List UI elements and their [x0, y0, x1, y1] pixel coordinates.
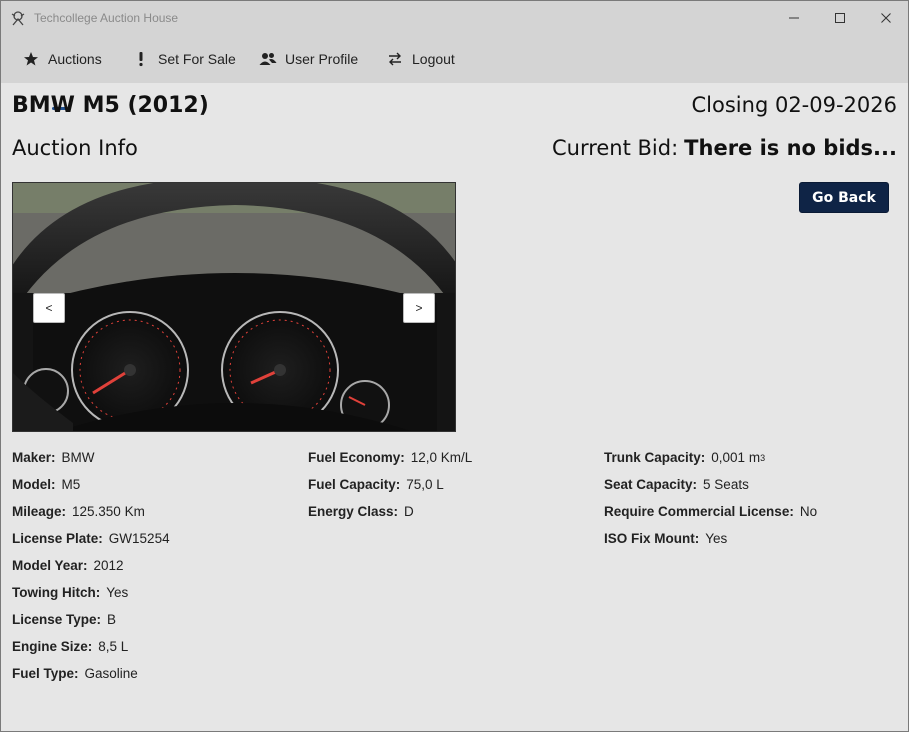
- close-button[interactable]: [863, 1, 909, 35]
- detail-row: Require Commercial License: No: [604, 498, 817, 525]
- detail-value: B: [107, 612, 117, 627]
- detail-row: Fuel Economy: 12,0 Km/L: [308, 444, 472, 471]
- detail-label: Towing Hitch:: [12, 585, 101, 600]
- nav-label-logout: Logout: [412, 51, 455, 67]
- current-bid: Current Bid: There is no bids...: [552, 136, 897, 160]
- app-window: Techcollege Auction House Auctions Set F…: [0, 0, 909, 732]
- detail-value: 0,001 m: [711, 450, 761, 465]
- detail-label: Fuel Type:: [12, 666, 79, 681]
- maximize-button[interactable]: [817, 1, 863, 35]
- image-carousel: < >: [12, 182, 456, 432]
- star-icon: [22, 50, 40, 68]
- detail-row: Model: M5: [12, 471, 170, 498]
- detail-label: ISO Fix Mount:: [604, 531, 700, 546]
- detail-row: Towing Hitch: Yes: [12, 579, 170, 606]
- detail-row: Mileage: 125.350 Km: [12, 498, 170, 525]
- nav-bar: Auctions Set For Sale User Profile Logou…: [1, 35, 908, 110]
- users-icon: [259, 50, 277, 68]
- detail-label: Trunk Capacity:: [604, 450, 706, 465]
- current-bid-label: Current Bid:: [551, 136, 679, 160]
- detail-label: Model:: [12, 477, 56, 492]
- detail-row: Trunk Capacity: 0,001 m3: [604, 444, 817, 471]
- exclamation-icon: [132, 50, 150, 68]
- carousel-next-button[interactable]: >: [403, 293, 435, 323]
- detail-label: Fuel Economy:: [308, 450, 405, 465]
- nav-item-set-for-sale[interactable]: Set For Sale: [132, 35, 236, 83]
- detail-value: 8,5 L: [98, 639, 129, 654]
- detail-row: Maker: BMW: [12, 444, 170, 471]
- nav-label-user-profile: User Profile: [285, 51, 359, 67]
- detail-value: 75,0 L: [406, 477, 444, 492]
- carousel-prev-button[interactable]: <: [33, 293, 65, 323]
- detail-value: 12,0 Km/L: [410, 450, 473, 465]
- detail-label: Seat Capacity:: [604, 477, 698, 492]
- go-back-button[interactable]: Go Back: [799, 182, 889, 213]
- nav-item-user-profile[interactable]: User Profile: [259, 35, 358, 83]
- detail-label: Model Year:: [12, 558, 88, 573]
- detail-label: Require Commercial License:: [604, 504, 794, 519]
- detail-value: GW15254: [108, 531, 170, 546]
- detail-value: Gasoline: [84, 666, 138, 681]
- nav-label-set-for-sale: Set For Sale: [158, 51, 236, 67]
- app-logo-icon: [10, 10, 26, 26]
- detail-value: M5: [61, 477, 81, 492]
- details-column-3: Trunk Capacity: 0,001 m3 Seat Capacity: 5 …: [604, 444, 817, 552]
- detail-label: Engine Size:: [12, 639, 93, 654]
- detail-row: ISO Fix Mount: Yes: [604, 525, 817, 552]
- detail-value: 125.350 Km: [72, 504, 145, 519]
- swap-arrows-icon: [386, 50, 404, 68]
- detail-value: Yes: [106, 585, 129, 600]
- details-column-1: Maker: BMW Model: M5 Mileage: 125.350 Km Li…: [12, 444, 170, 687]
- detail-label: Maker:: [12, 450, 56, 465]
- title-bar[interactable]: Techcollege Auction House: [1, 1, 908, 35]
- detail-value: D: [404, 504, 414, 519]
- window-title: Techcollege Auction House: [34, 11, 179, 25]
- minimize-button[interactable]: [771, 1, 817, 35]
- detail-value: No: [799, 504, 818, 519]
- current-bid-value: There is no bids...: [684, 136, 897, 160]
- detail-label: License Plate:: [12, 531, 103, 546]
- detail-label: Fuel Capacity:: [308, 477, 401, 492]
- detail-row: Seat Capacity: 5 Seats: [604, 471, 817, 498]
- detail-row: License Type: B: [12, 606, 170, 633]
- detail-value: 2012: [93, 558, 124, 573]
- detail-row: Energy Class: D: [308, 498, 472, 525]
- page-title: BMW M5 (2012): [12, 93, 209, 118]
- section-title: Auction Info: [12, 136, 138, 160]
- nav-item-auctions[interactable]: Auctions: [22, 35, 102, 83]
- detail-row: Model Year: 2012: [12, 552, 170, 579]
- detail-row: Fuel Capacity: 75,0 L: [308, 471, 472, 498]
- detail-value: 5 Seats: [703, 477, 749, 492]
- detail-row: Engine Size: 8,5 L: [12, 633, 170, 660]
- nav-label-auctions: Auctions: [48, 51, 102, 67]
- car-dashboard-photo: [13, 183, 455, 431]
- detail-value-superscript: 3: [760, 452, 766, 463]
- nav-item-logout[interactable]: Logout: [386, 35, 455, 83]
- detail-row: License Plate: GW15254: [12, 525, 170, 552]
- detail-label: Mileage:: [12, 504, 67, 519]
- detail-value: Yes: [705, 531, 728, 546]
- detail-label: License Type:: [12, 612, 102, 627]
- closing-date: Closing 02-09-2026: [691, 93, 897, 117]
- details-column-2: Fuel Economy: 12,0 Km/L Fuel Capacity: 75,…: [308, 444, 472, 525]
- detail-label: Energy Class:: [308, 504, 399, 519]
- detail-row: Fuel Type: Gasoline: [12, 660, 170, 687]
- detail-value: BMW: [61, 450, 95, 465]
